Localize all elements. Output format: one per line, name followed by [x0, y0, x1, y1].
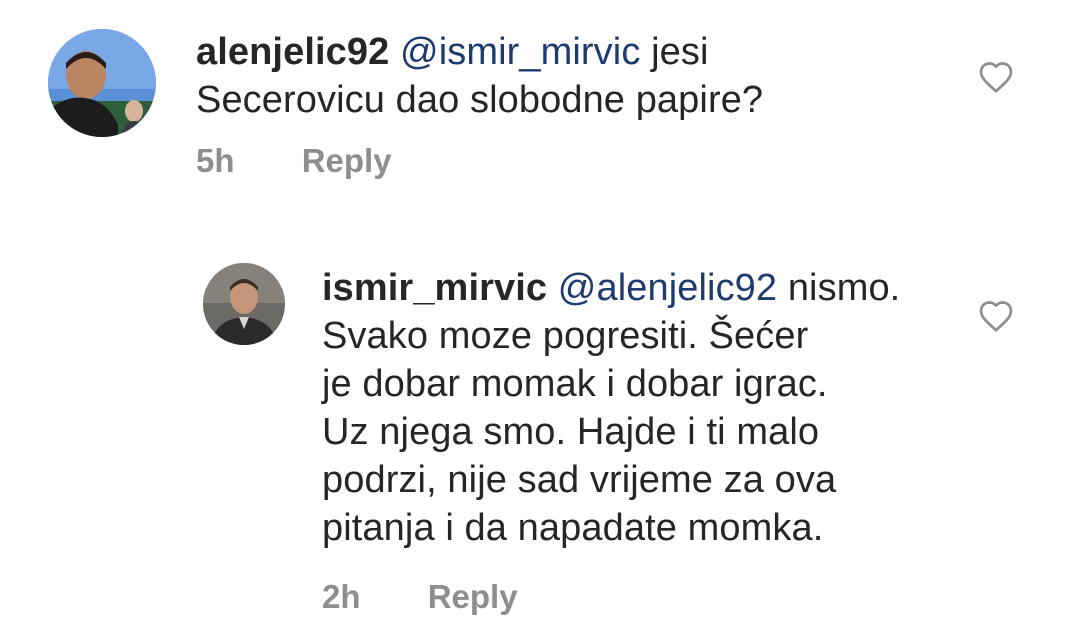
comment-1-line-2: Secerovicu dao slobodne papire? — [196, 79, 764, 121]
comment-1-reply-button[interactable]: Reply — [302, 142, 392, 180]
comment-2-line-6: pitanja i da napadate momka. — [322, 507, 824, 549]
comment-1-text: alenjelic92 @ismir_mirvic jesi Secerovic… — [196, 28, 956, 124]
comment-2: ismir_mirvic @alenjelic92 nismo. Svako m… — [0, 240, 1080, 640]
comment-2-text: ismir_mirvic @alenjelic92 nismo. Svako m… — [322, 264, 962, 552]
comment-1-line1-text: jesi — [640, 31, 709, 73]
comment-1-mention[interactable]: @ismir_mirvic — [400, 31, 640, 73]
user-avatar-photo-icon — [48, 29, 156, 137]
heart-outline-icon — [979, 301, 1013, 332]
comment-2-username[interactable]: ismir_mirvic — [322, 267, 547, 309]
comment-2-mention[interactable]: @alenjelic92 — [558, 267, 777, 309]
comment-1-like-button[interactable] — [978, 60, 1014, 94]
comment-2-reply-button[interactable]: Reply — [428, 578, 518, 616]
comment-1-username[interactable]: alenjelic92 — [196, 31, 389, 73]
comment-1: alenjelic92 @ismir_mirvic jesi Secerovic… — [0, 0, 1080, 200]
comment-1-line-1: alenjelic92 @ismir_mirvic jesi — [196, 28, 956, 76]
comment-2-like-button[interactable] — [978, 299, 1014, 333]
avatar-ismir_mirvic[interactable] — [203, 263, 285, 345]
comment-1-meta: 5h Reply — [196, 142, 392, 180]
comment-2-line-5: podrzi, nije sad vrijeme za ova — [322, 459, 837, 501]
comment-2-line-1: ismir_mirvic @alenjelic92 nismo. — [322, 264, 962, 312]
comment-2-line1-text: nismo. — [777, 267, 901, 309]
comment-2-timestamp: 2h — [322, 578, 361, 615]
comment-2-line-3: je dobar momak i dobar igrac. — [322, 363, 828, 405]
comment-2-meta: 2h Reply — [322, 578, 518, 616]
heart-outline-icon — [979, 62, 1013, 93]
comment-2-line-2: Svako moze pogresiti. Šećer — [322, 315, 809, 357]
comment-1-timestamp: 5h — [196, 142, 235, 179]
avatar-alenjelic92[interactable] — [48, 29, 156, 137]
user-avatar-photo-icon — [203, 263, 285, 345]
comment-2-line-4: Uz njega smo. Hajde i ti malo — [322, 411, 820, 453]
